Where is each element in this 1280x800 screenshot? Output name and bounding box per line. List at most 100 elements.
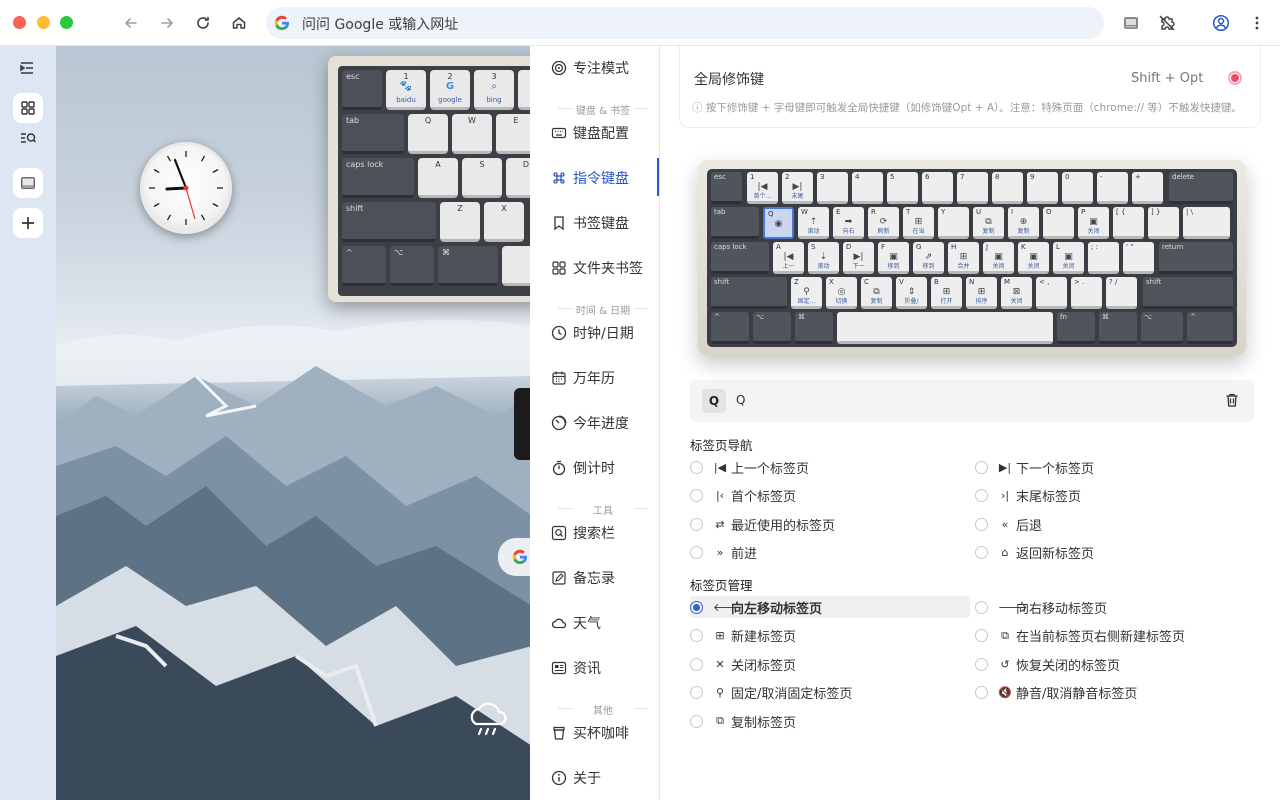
shortcut-option[interactable]: ⊞ 新建标签页 (690, 625, 970, 647)
profile-icon[interactable] (1209, 11, 1233, 35)
nav-calendar[interactable]: 万年历 (550, 367, 615, 389)
key-shift-left[interactable]: shift (711, 277, 787, 309)
key-? /[interactable]: ? / (1106, 277, 1137, 309)
mini-key-e[interactable]: E (496, 114, 532, 154)
key-E[interactable]: E ➡ 向右 (833, 207, 864, 239)
key-' "[interactable]: ' " (1123, 242, 1154, 274)
radio-button[interactable] (690, 686, 703, 699)
shortcut-option[interactable]: 🡒 向右移动标签页 (975, 596, 1255, 618)
nav-focus-mode[interactable]: 专注模式 (550, 57, 629, 79)
key-[ {[interactable]: [ { (1113, 207, 1144, 239)
radio-button[interactable] (690, 600, 703, 614)
mini-key-caps[interactable]: caps lock (342, 158, 414, 198)
modifier-value[interactable]: Shift + Opt (1131, 71, 1203, 86)
key-X[interactable]: X ◎ 切换 (826, 277, 857, 309)
nav-memo[interactable]: 备忘录 (550, 567, 615, 589)
key-| \[interactable]: | \ (1183, 207, 1230, 239)
key-command-right[interactable]: ⌘ (1099, 312, 1137, 344)
key-+[interactable]: + (1132, 172, 1163, 204)
key-ctrl-left[interactable]: ^ (711, 312, 749, 344)
minimize-window-button[interactable] (37, 16, 50, 29)
puzzle-icon[interactable] (1155, 11, 1179, 35)
shortcut-option[interactable]: 🡐 向左移动标签页 (690, 596, 970, 618)
shortcut-option[interactable]: ⧉ 在当前标签页右侧新建标签页 (975, 625, 1255, 647)
radio-button[interactable] (690, 489, 703, 502)
nav-folder-bookmarks[interactable]: 文件夹书签 (550, 257, 643, 279)
nav-about[interactable]: 关于 (550, 767, 601, 789)
key-return[interactable]: return (1159, 242, 1233, 274)
key-Z[interactable]: Z ⚲ 固定... (791, 277, 822, 309)
nav-bookmark-keyboard[interactable]: 书签键盘 (550, 212, 629, 234)
key-R[interactable]: R ⟳ 刷新 (868, 207, 899, 239)
shortcut-option[interactable]: ▶| 下一个标签页 (975, 456, 1255, 478)
mini-key-x[interactable]: X (484, 202, 524, 242)
radio-button[interactable] (690, 629, 703, 642)
key-7[interactable]: 7 (957, 172, 988, 204)
shortcut-option[interactable]: ✕ 关闭标签页 (690, 653, 970, 675)
shortcut-option[interactable]: « 后退 (975, 513, 1255, 535)
key-T[interactable]: T ⊞ 在当 (903, 207, 934, 239)
reload-icon[interactable] (191, 11, 215, 35)
radio-button[interactable] (975, 600, 988, 614)
shortcut-option[interactable]: ⌂ 返回新标签页 (975, 542, 1255, 564)
key-8[interactable]: 8 (992, 172, 1023, 204)
key-fn[interactable]: fn (1057, 312, 1095, 344)
key-option-left[interactable]: ⌥ (753, 312, 791, 344)
key-V[interactable]: V ⇕ 折叠/ (896, 277, 927, 309)
key-; :[interactable]: ; : (1088, 242, 1119, 274)
key-] }[interactable]: ] } (1148, 207, 1179, 239)
shortcut-option[interactable]: ⧉ 复制标签页 (690, 710, 970, 732)
key-2[interactable]: 2 ▶| 末尾 (782, 172, 813, 204)
key-Y[interactable]: Y (938, 207, 969, 239)
nav-clock-date[interactable]: 时钟/日期 (550, 322, 634, 344)
modifier-status-dot[interactable] (1228, 71, 1242, 85)
mini-key-d[interactable]: D (506, 158, 532, 198)
nav-countdown[interactable]: 倒计时 (550, 457, 615, 479)
mini-key-z[interactable]: Z (440, 202, 480, 242)
mini-key-ctrl[interactable]: ^ (342, 246, 386, 286)
radio-button[interactable] (975, 657, 988, 671)
menu-icon[interactable] (1245, 11, 1269, 35)
keyboard-icon[interactable] (13, 168, 43, 198)
nav-search-bar[interactable]: 搜索栏 (550, 522, 615, 544)
radio-button[interactable] (975, 460, 988, 474)
shortcut-option[interactable]: ↺ 恢复关闭的标签页 (975, 653, 1255, 675)
close-window-button[interactable] (13, 16, 26, 29)
mini-key-2[interactable]: 2 G google (430, 70, 470, 110)
key-G[interactable]: G ⇗ 移到 (913, 242, 944, 274)
shortcut-option[interactable]: 🔇 静音/取消静音标签页 (975, 682, 1255, 704)
shortcut-option[interactable]: ⚲ 固定/取消固定标签页 (690, 682, 970, 704)
key-O[interactable]: O (1043, 207, 1074, 239)
radio-button[interactable] (975, 686, 988, 699)
radio-button[interactable] (690, 517, 703, 531)
search-widget-edge[interactable] (498, 538, 532, 576)
radio-button[interactable] (975, 629, 988, 642)
key-C[interactable]: C ⧉ 复制 (861, 277, 892, 309)
key-U[interactable]: U ⧉ 复制 (973, 207, 1004, 239)
mini-key-tab[interactable]: tab (342, 114, 404, 154)
key-< ,[interactable]: < , (1036, 277, 1067, 309)
key--[interactable]: - (1097, 172, 1128, 204)
nav-command-keyboard[interactable]: 指令键盘 (550, 167, 629, 189)
key-M[interactable]: M ⊠ 关闭 (1001, 277, 1032, 309)
mini-key-esc[interactable]: esc (342, 70, 382, 110)
apps-icon[interactable] (13, 93, 43, 123)
radio-button[interactable] (975, 489, 988, 502)
key-0[interactable]: 0 (1062, 172, 1093, 204)
key-> .[interactable]: > . (1071, 277, 1102, 309)
mini-key-3[interactable]: 3 ⌕ bing (474, 70, 514, 110)
key-N[interactable]: N ⊞ 排序 (966, 277, 997, 309)
shortcut-option[interactable]: » 前进 (690, 542, 970, 564)
extension-icon[interactable] (1119, 11, 1143, 35)
radio-button[interactable] (690, 714, 703, 728)
key-delete[interactable]: delete (1169, 172, 1233, 204)
trash-icon[interactable] (1224, 392, 1240, 412)
mini-key-a[interactable]: A (418, 158, 458, 198)
key-A[interactable]: A |◀ 上一 (773, 242, 804, 274)
key-space[interactable] (837, 312, 1053, 344)
shortcut-option[interactable]: |‹ 首个标签页 (690, 485, 970, 507)
key-4[interactable]: 4 (852, 172, 883, 204)
key-3[interactable]: 3 (817, 172, 848, 204)
shortcut-option[interactable]: |◀ 上一个标签页 (690, 456, 970, 478)
mini-key-command[interactable]: ⌘ (438, 246, 498, 286)
